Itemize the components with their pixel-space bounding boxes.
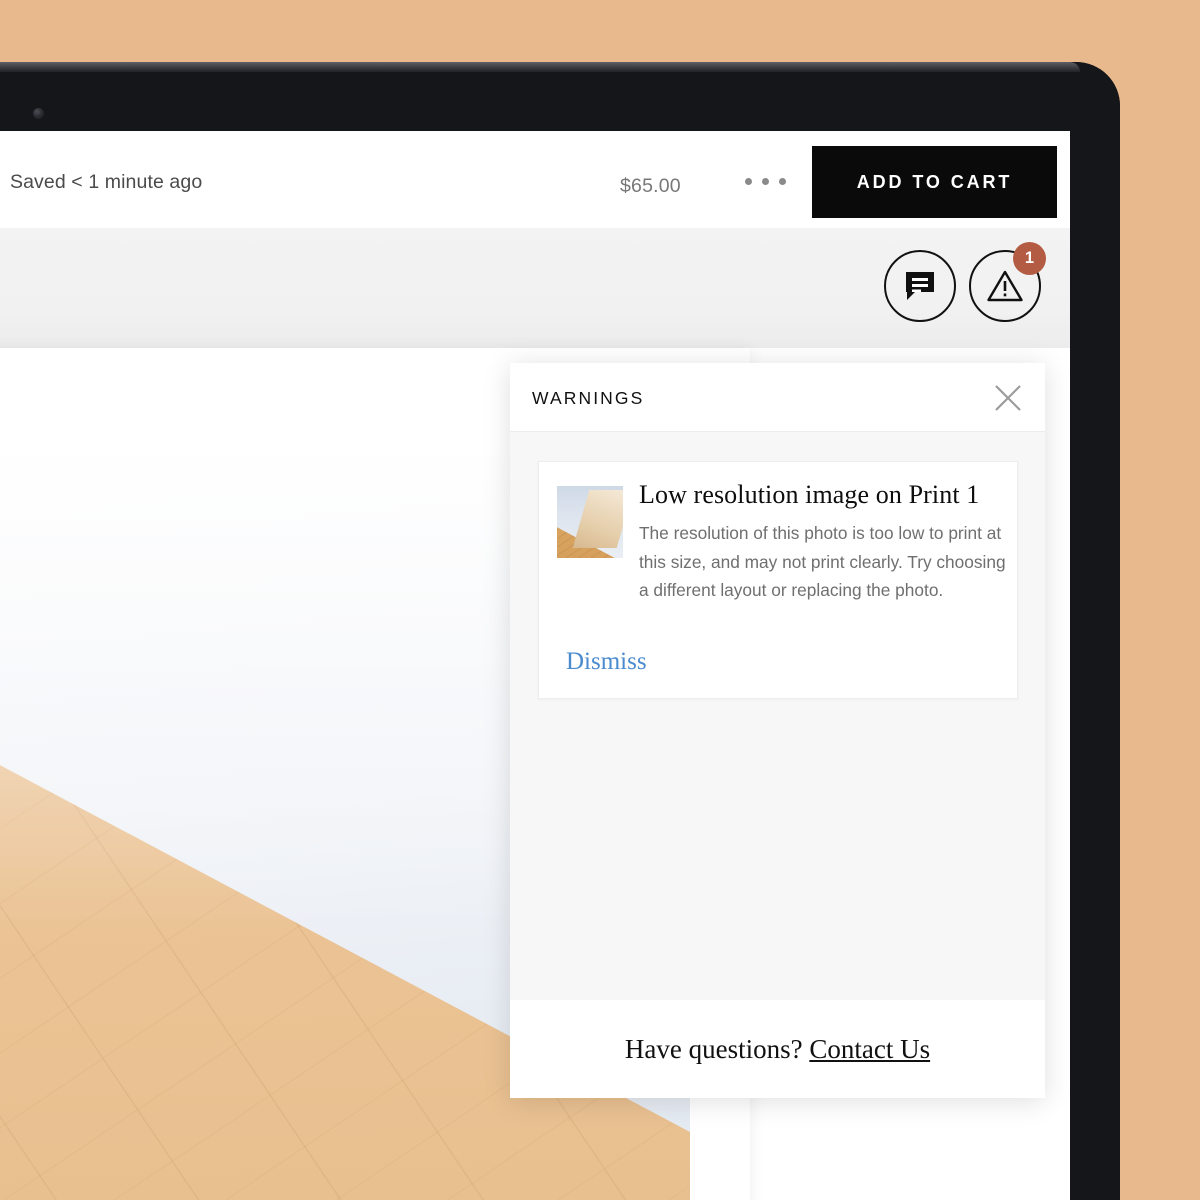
more-dot	[745, 178, 752, 185]
add-to-cart-button[interactable]: ADD TO CART	[812, 146, 1057, 218]
secondary-toolbar: 1	[0, 228, 1070, 348]
laptop-top-edge	[0, 62, 1080, 72]
warnings-panel-footer: Have questions? Contact Us	[510, 1000, 1045, 1098]
more-options-button[interactable]	[745, 178, 786, 185]
thumbnail-wedge-shape	[572, 490, 623, 548]
top-action-bar: Saved < 1 minute ago $65.00 ADD TO CART	[0, 131, 1070, 228]
chat-bubble-icon	[906, 272, 934, 300]
laptop-screen: Saved < 1 minute ago $65.00 ADD TO CART	[0, 131, 1070, 1200]
warning-thumbnail	[557, 486, 623, 558]
contact-us-link[interactable]: Contact Us	[809, 1034, 930, 1064]
close-icon[interactable]	[993, 383, 1023, 413]
desk-backdrop: Saved < 1 minute ago $65.00 ADD TO CART	[0, 0, 1200, 1200]
warnings-panel: WARNINGS Low resolution image on Print 1…	[510, 363, 1045, 1098]
contact-prompt: Have questions? Contact Us	[625, 1034, 930, 1065]
more-dot	[779, 178, 786, 185]
contact-prompt-text: Have questions?	[624, 1033, 803, 1064]
more-dot	[762, 178, 769, 185]
warning-item-card: Low resolution image on Print 1 The reso…	[538, 461, 1018, 699]
saved-status-label: Saved < 1 minute ago	[10, 171, 203, 193]
price-label: $65.00	[620, 175, 681, 197]
dismiss-link[interactable]: Dismiss	[566, 648, 647, 676]
warnings-panel-title: WARNINGS	[532, 388, 645, 408]
webcam-icon	[33, 108, 44, 119]
warning-description: The resolution of this photo is too low …	[639, 523, 1006, 600]
warning-count-badge: 1	[1013, 242, 1046, 275]
warning-title: Low resolution image on Print 1	[639, 480, 980, 509]
warnings-panel-header: WARNINGS	[510, 363, 1045, 432]
comments-button[interactable]	[884, 250, 956, 322]
warning-triangle-icon	[987, 270, 1023, 302]
